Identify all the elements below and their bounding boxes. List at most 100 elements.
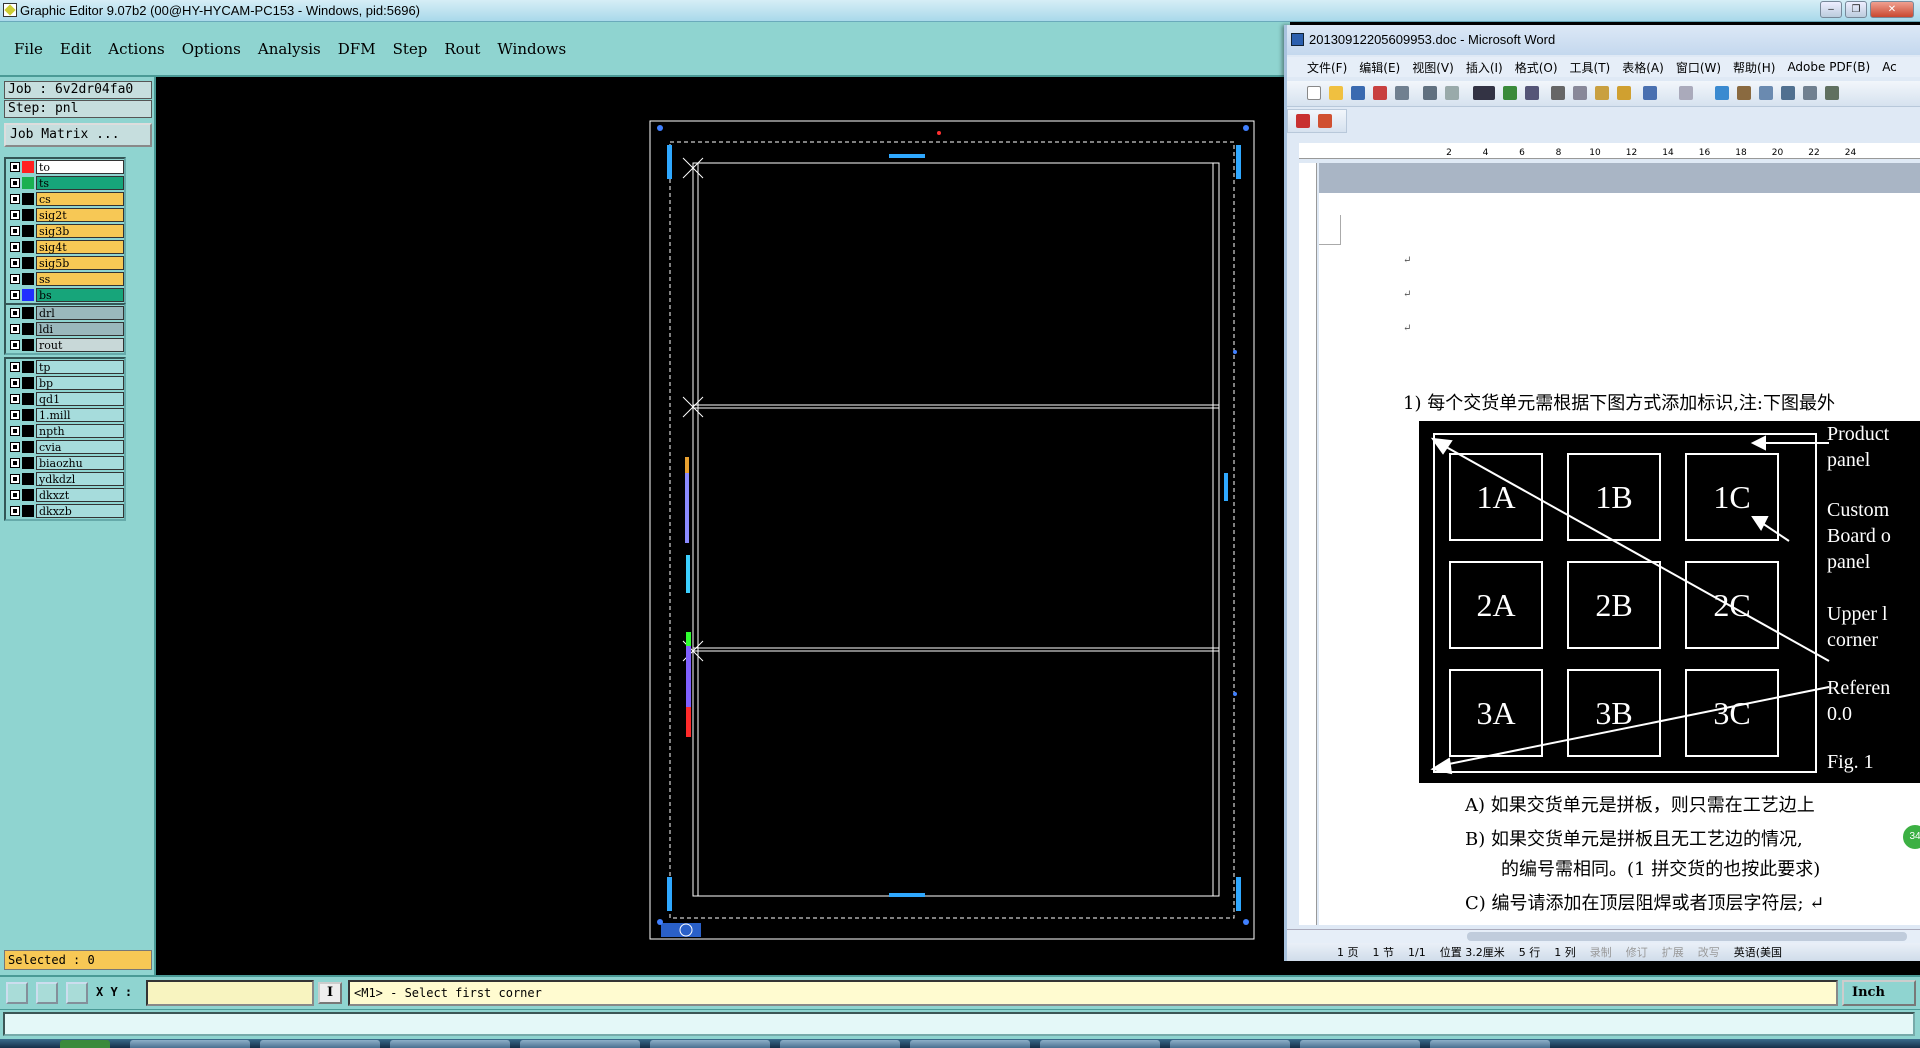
- layer-color-swatch[interactable]: [22, 425, 34, 437]
- layer-row[interactable]: ts: [6, 175, 124, 191]
- status-record[interactable]: 录制: [1590, 944, 1612, 960]
- permission-icon[interactable]: [1373, 86, 1387, 100]
- save-icon[interactable]: [1351, 86, 1365, 100]
- layer-color-swatch[interactable]: [22, 505, 34, 517]
- layer-row[interactable]: sig3b: [6, 223, 124, 239]
- job-matrix-button[interactable]: Job Matrix ...: [4, 123, 152, 147]
- zoom-area-icon[interactable]: [6, 982, 28, 1004]
- layer-row[interactable]: bs: [6, 287, 124, 303]
- word-menu-table[interactable]: 表格(A): [1622, 59, 1664, 76]
- taskbar-item[interactable]: [1300, 1040, 1420, 1048]
- layer-name[interactable]: npth: [36, 424, 124, 438]
- layer-row[interactable]: drl: [6, 305, 124, 321]
- layer-checkbox[interactable]: [10, 506, 20, 516]
- layer-name[interactable]: dkxzb: [36, 504, 124, 518]
- layer-name[interactable]: 1.mill: [36, 408, 124, 422]
- layer-color-swatch[interactable]: [22, 307, 34, 319]
- menu-analysis[interactable]: Analysis: [258, 40, 321, 58]
- minimize-button[interactable]: –: [1820, 1, 1842, 18]
- layer-checkbox[interactable]: [10, 258, 20, 268]
- layer-color-swatch[interactable]: [22, 225, 34, 237]
- layer-checkbox[interactable]: [10, 226, 20, 236]
- layer-row[interactable]: ydkdzl: [6, 471, 124, 487]
- status-extend[interactable]: 扩展: [1662, 944, 1684, 960]
- layer-name[interactable]: tp: [36, 360, 124, 374]
- layer-row[interactable]: qd1: [6, 391, 124, 407]
- scroll-thumb[interactable]: [1467, 932, 1907, 941]
- layer-row[interactable]: tp: [6, 359, 124, 375]
- layer-checkbox[interactable]: [10, 490, 20, 500]
- layer-name[interactable]: ldi: [36, 322, 124, 336]
- word-menu-format[interactable]: 格式(O): [1515, 59, 1558, 76]
- layer-name[interactable]: bp: [36, 376, 124, 390]
- layer-color-swatch[interactable]: [22, 409, 34, 421]
- layer-name[interactable]: qd1: [36, 392, 124, 406]
- email-icon[interactable]: [1395, 86, 1409, 100]
- status-overtype[interactable]: 改写: [1698, 944, 1720, 960]
- taskbar-item[interactable]: [1170, 1040, 1290, 1048]
- traditional-chinese-icon[interactable]: [1473, 86, 1495, 100]
- taskbar-item[interactable]: [650, 1040, 770, 1048]
- menu-rout[interactable]: Rout: [444, 40, 480, 58]
- layer-row[interactable]: ss: [6, 271, 124, 287]
- layer-name[interactable]: sig5b: [36, 256, 124, 270]
- layer-checkbox[interactable]: [10, 362, 20, 372]
- graphic-canvas[interactable]: [156, 77, 1286, 975]
- command-help-button[interactable]: I: [318, 982, 342, 1004]
- panel-drawing[interactable]: [156, 77, 1286, 975]
- horizontal-scrollbar[interactable]: [1287, 929, 1920, 943]
- columns-icon[interactable]: [1803, 86, 1817, 100]
- taskbar-item[interactable]: [520, 1040, 640, 1048]
- menu-step[interactable]: Step: [393, 40, 428, 58]
- research-icon[interactable]: [1525, 86, 1539, 100]
- layer-name[interactable]: sig3b: [36, 224, 124, 238]
- layer-color-swatch[interactable]: [22, 457, 34, 469]
- word-menu-file[interactable]: 文件(F): [1307, 59, 1347, 76]
- layer-checkbox[interactable]: [10, 178, 20, 188]
- layer-name[interactable]: ss: [36, 272, 124, 286]
- layer-checkbox[interactable]: [10, 162, 20, 172]
- units-selector[interactable]: Inch: [1842, 980, 1916, 1006]
- layer-row[interactable]: bp: [6, 375, 124, 391]
- layer-row[interactable]: 1.mill: [6, 407, 124, 423]
- layer-row[interactable]: sig5b: [6, 255, 124, 271]
- menu-windows[interactable]: Windows: [497, 40, 566, 58]
- word-menu-window[interactable]: 窗口(W): [1676, 59, 1721, 76]
- menu-options[interactable]: Options: [182, 40, 241, 58]
- taskbar-item[interactable]: [1430, 1040, 1550, 1048]
- insert-table-icon[interactable]: [1759, 86, 1773, 100]
- layer-checkbox[interactable]: [10, 378, 20, 388]
- layer-color-swatch[interactable]: [22, 289, 34, 301]
- layer-color-swatch[interactable]: [22, 489, 34, 501]
- menu-dfm[interactable]: DFM: [338, 40, 376, 58]
- horizontal-ruler[interactable]: 2 4 6 8 10 12 14 16 18 20 22 24: [1299, 143, 1920, 159]
- layer-checkbox[interactable]: [10, 242, 20, 252]
- print-preview-icon[interactable]: [1445, 86, 1459, 100]
- menu-file[interactable]: File: [14, 40, 43, 58]
- cut-icon[interactable]: [1551, 86, 1565, 100]
- layer-row[interactable]: biaozhu: [6, 455, 124, 471]
- taskbar-item[interactable]: [1040, 1040, 1160, 1048]
- layer-color-swatch[interactable]: [22, 473, 34, 485]
- layer-name[interactable]: ydkdzl: [36, 472, 124, 486]
- layer-color-swatch[interactable]: [22, 273, 34, 285]
- document-page[interactable]: ↵ ↵ ↵ 1) 每个交货单元需根据下图方式添加标识,注:下图最外 1A 1B: [1319, 163, 1920, 925]
- layer-row[interactable]: ldi: [6, 321, 124, 337]
- layer-name[interactable]: rout: [36, 338, 124, 352]
- layer-color-swatch[interactable]: [22, 339, 34, 351]
- layer-checkbox[interactable]: [10, 442, 20, 452]
- pdf-convert-icon[interactable]: [1296, 114, 1310, 128]
- layer-color-swatch[interactable]: [22, 241, 34, 253]
- taskbar-item[interactable]: [780, 1040, 900, 1048]
- layer-checkbox[interactable]: [10, 394, 20, 404]
- layer-checkbox[interactable]: [10, 308, 20, 318]
- layer-color-swatch[interactable]: [22, 323, 34, 335]
- pdf-email-icon[interactable]: [1318, 114, 1332, 128]
- layer-name[interactable]: bs: [36, 288, 124, 302]
- layer-name[interactable]: sig2t: [36, 208, 124, 222]
- layer-checkbox[interactable]: [10, 474, 20, 484]
- layer-color-swatch[interactable]: [22, 257, 34, 269]
- menu-edit[interactable]: Edit: [60, 40, 91, 58]
- layer-row[interactable]: sig2t: [6, 207, 124, 223]
- grid-icon[interactable]: [66, 982, 88, 1004]
